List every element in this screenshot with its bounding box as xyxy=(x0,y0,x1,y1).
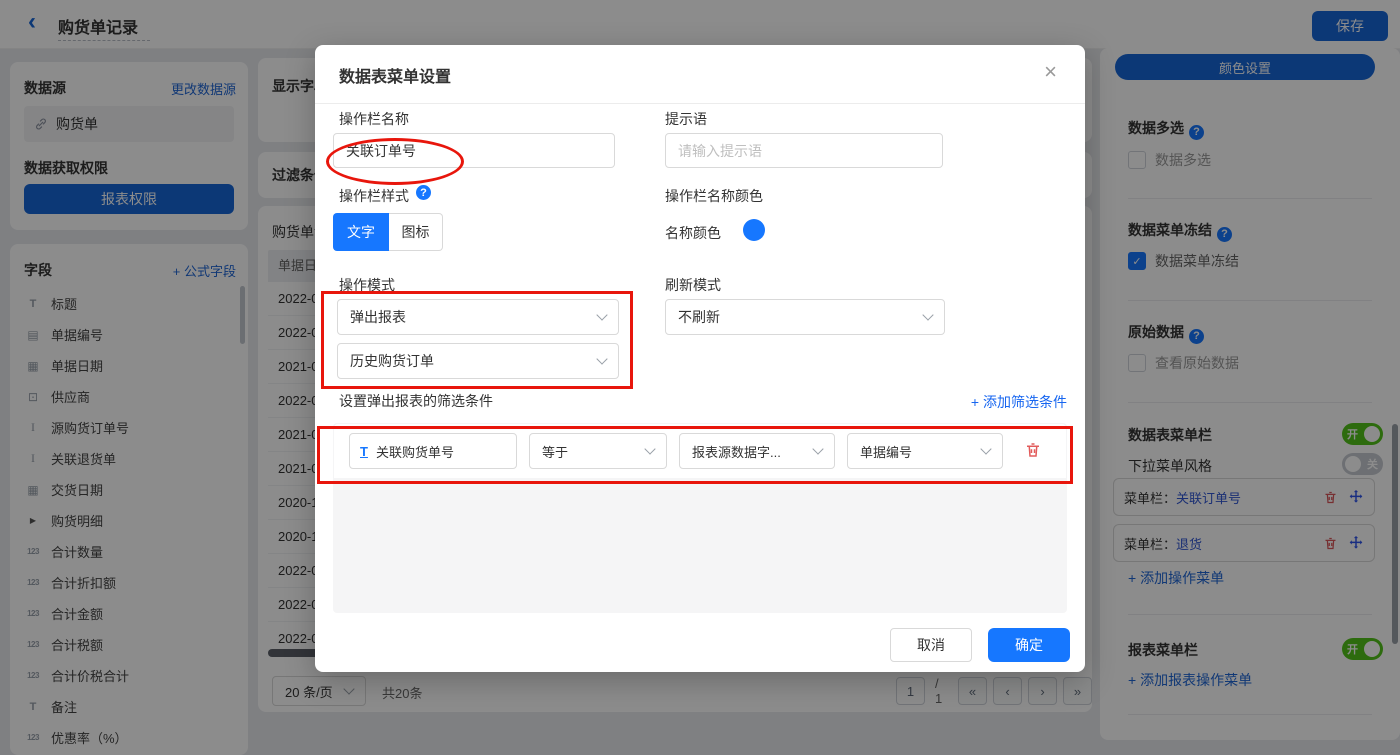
mode-select[interactable]: 弹出报表 xyxy=(337,299,619,335)
action-name-label: 操作栏名称 xyxy=(339,111,409,127)
text-field-icon xyxy=(360,444,368,459)
name-color-field-label: 名称颜色 xyxy=(665,225,721,241)
help-icon[interactable] xyxy=(416,185,431,200)
report-value: 历史购货订单 xyxy=(350,353,434,369)
refresh-value: 不刷新 xyxy=(678,309,720,325)
app-window: 购货单记录 保存 数据源 更改数据源 购货单 数据获取权限 报表权限 字段 + … xyxy=(0,0,1400,755)
action-name-input[interactable] xyxy=(333,133,615,168)
filter-source-select[interactable]: 报表源数据字... xyxy=(679,433,835,469)
filter-row: 关联购货单号 等于 报表源数据字... 单据编号 xyxy=(334,424,1066,478)
chevron-down-icon xyxy=(980,443,992,455)
style-option-icon[interactable]: 图标 xyxy=(389,213,443,251)
filter-operator-value: 等于 xyxy=(542,444,569,460)
filter-section-label: 设置弹出报表的筛选条件 xyxy=(339,393,493,409)
filter-field-value: 关联购货单号 xyxy=(375,444,454,460)
cancel-button[interactable]: 取消 xyxy=(890,628,972,662)
filter-conditions-panel: 关联购货单号 等于 报表源数据字... 单据编号 xyxy=(333,423,1067,613)
refresh-select[interactable]: 不刷新 xyxy=(665,299,945,335)
tooltip-label: 提示语 xyxy=(665,111,707,127)
table-menu-settings-modal: 数据表菜单设置 操作栏名称 提示语 操作栏样式 文字 图标 操作栏名称颜色 名称… xyxy=(315,45,1085,672)
filter-value-select[interactable]: 单据编号 xyxy=(847,433,1003,469)
divider xyxy=(315,103,1085,104)
mode-value: 弹出报表 xyxy=(350,309,406,325)
tooltip-input[interactable] xyxy=(665,133,943,168)
chevron-down-icon xyxy=(812,443,824,455)
chevron-down-icon xyxy=(644,443,656,455)
mode-label: 操作模式 xyxy=(339,277,395,293)
report-select[interactable]: 历史购货订单 xyxy=(337,343,619,379)
style-label: 操作栏样式 xyxy=(339,188,409,204)
add-filter-link[interactable]: + 添加筛选条件 xyxy=(971,392,1067,412)
confirm-button[interactable]: 确定 xyxy=(988,628,1070,662)
color-swatch[interactable] xyxy=(743,219,765,241)
chevron-down-icon xyxy=(596,353,608,365)
filter-field-box[interactable]: 关联购货单号 xyxy=(349,433,517,469)
refresh-label: 刷新模式 xyxy=(665,277,721,293)
filter-source-value: 报表源数据字... xyxy=(692,444,781,460)
chevron-down-icon xyxy=(922,309,934,321)
style-segmented-control: 文字 图标 xyxy=(333,213,443,251)
filter-operator-select[interactable]: 等于 xyxy=(529,433,667,469)
name-color-label: 操作栏名称颜色 xyxy=(665,188,763,204)
modal-title: 数据表菜单设置 xyxy=(339,69,452,86)
close-icon[interactable] xyxy=(1044,59,1057,85)
filter-value-value: 单据编号 xyxy=(860,444,913,460)
chevron-down-icon xyxy=(596,309,608,321)
style-option-text[interactable]: 文字 xyxy=(333,213,389,251)
trash-icon[interactable] xyxy=(1024,441,1042,459)
